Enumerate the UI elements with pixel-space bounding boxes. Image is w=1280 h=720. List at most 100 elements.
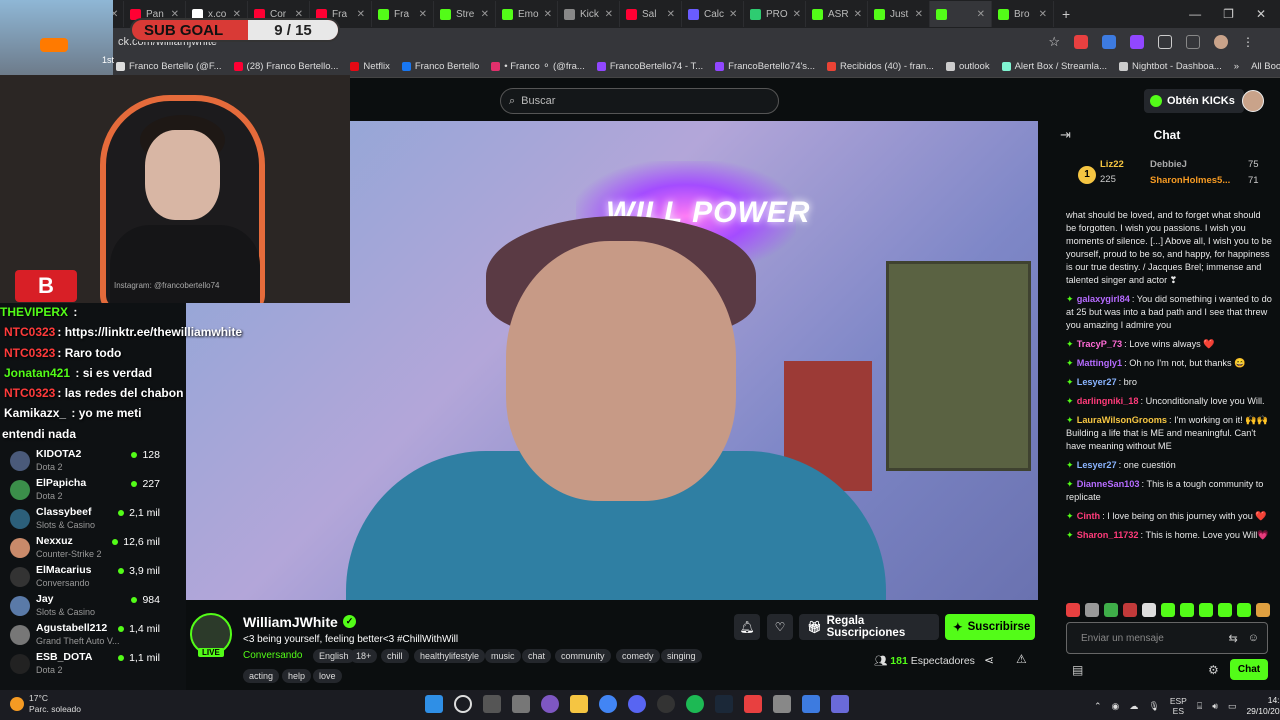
emote-icon[interactable] [1180, 603, 1194, 617]
app-icon[interactable] [831, 695, 849, 713]
app-icon[interactable] [744, 695, 762, 713]
extension-icon[interactable] [1102, 35, 1116, 49]
bell-icon[interactable]: 🔔︎ [734, 614, 760, 640]
get-kicks-button[interactable]: Obtén KICKs [1144, 89, 1244, 113]
emote-icon[interactable] [1142, 603, 1156, 617]
menu-icon[interactable] [1186, 35, 1200, 49]
chat-username[interactable]: TracyP_73 [1077, 339, 1122, 349]
more-icon[interactable]: ⋮ [1242, 35, 1254, 49]
leaderboard-user[interactable]: DebbieJ [1150, 159, 1187, 170]
chat-rules-icon[interactable]: ▤ [1072, 663, 1083, 677]
obs-icon[interactable] [657, 695, 675, 713]
tray-app-icon[interactable]: ◉ [1112, 701, 1120, 712]
bookmark-item[interactable]: (28) Franco Bertello... [233, 61, 338, 72]
browser-tab[interactable]: Just ✕ [868, 1, 930, 27]
chat-username[interactable]: LauraWilsonGrooms [1077, 415, 1167, 425]
emote-icon[interactable] [1237, 603, 1251, 617]
sidebar-channel[interactable]: ElPapicha Dota 2 227 [10, 476, 180, 504]
emote-icon[interactable] [1199, 603, 1213, 617]
volume-icon[interactable]: 🔊︎ [1212, 701, 1218, 712]
stream-category[interactable]: Conversando [243, 650, 302, 661]
new-tab-button[interactable]: + [1054, 6, 1070, 22]
browser-tab[interactable]: Kick ✕ [558, 1, 620, 27]
chat-username[interactable]: Mattingly1 [1077, 358, 1122, 368]
sidebar-channel[interactable]: Agustabell212 Grand Theft Auto V... 1,4 mi… [10, 621, 180, 649]
file-explorer-icon[interactable] [570, 695, 588, 713]
close-icon[interactable]: ✕ [977, 9, 985, 20]
stream-tag[interactable]: 18+ [350, 649, 378, 663]
steam-icon[interactable] [715, 695, 733, 713]
stream-tag[interactable]: healthylifestyle [414, 649, 486, 663]
weather-widget[interactable]: 17°C Parc. soleado [10, 693, 81, 715]
profile-avatar[interactable] [1214, 35, 1228, 49]
subscribe-button[interactable]: ✦ Suscribirse [945, 614, 1035, 640]
stream-tag[interactable]: acting [243, 669, 280, 683]
battery-icon[interactable]: ▭ [1228, 701, 1237, 712]
close-icon[interactable]: ✕ [915, 9, 923, 20]
stream-tag[interactable]: singing [661, 649, 702, 663]
bookmark-item[interactable]: Netflix [350, 61, 390, 72]
bookmark-item[interactable]: FrancoBertello74 - T... [596, 61, 703, 72]
chat-input[interactable]: Enviar un mensaje ⇆ ☺ [1066, 622, 1268, 654]
chevron-up-icon[interactable]: ⌃ [1094, 701, 1102, 712]
channel-name[interactable]: WilliamJWhite [243, 614, 338, 630]
leaderboard-user[interactable]: SharonHolmes5... [1150, 175, 1230, 186]
maximize-icon[interactable]: ❐ [1223, 7, 1234, 21]
spotify-icon[interactable] [686, 695, 704, 713]
close-icon[interactable]: ✕ [605, 9, 613, 20]
all-bookmarks[interactable]: All Bookmarks [1251, 61, 1280, 72]
close-icon[interactable]: ✕ [357, 9, 365, 20]
collapse-chat-icon[interactable]: ⇥ [1060, 127, 1071, 143]
chat-username[interactable]: Sharon_11732 [1077, 530, 1139, 540]
close-icon[interactable]: ✕ [793, 9, 801, 20]
close-icon[interactable]: ✕ [481, 9, 489, 20]
browser-tab[interactable]: Calc ✕ [682, 1, 744, 27]
onedrive-icon[interactable]: ☁ [1129, 701, 1138, 712]
chat-username[interactable]: Lesyer27 [1077, 377, 1117, 387]
emote-icon[interactable] [1161, 603, 1175, 617]
user-avatar[interactable] [1242, 90, 1264, 112]
close-icon[interactable]: ✕ [729, 9, 737, 20]
heart-icon[interactable]: ♡ [767, 614, 793, 640]
close-icon[interactable]: ✕ [854, 9, 862, 20]
close-icon[interactable]: ✕ [667, 9, 675, 20]
stream-tag[interactable]: community [555, 649, 611, 663]
chrome-icon[interactable] [599, 695, 617, 713]
search-box[interactable]: ⌕ Buscar [500, 88, 779, 114]
bookmark-item[interactable]: Recibidos (40) - fran... [826, 61, 934, 72]
language-indicator[interactable]: ESP ES [1170, 696, 1187, 716]
app-icon[interactable] [541, 695, 559, 713]
mic-icon[interactable]: 🎙︎ [1148, 701, 1159, 712]
app-icon[interactable] [802, 695, 820, 713]
extension-icon[interactable] [1130, 35, 1144, 49]
browser-tab[interactable]: ✕ [930, 1, 992, 27]
bookmark-item[interactable]: outlook [945, 61, 990, 72]
chat-username[interactable]: Lesyer27 [1077, 460, 1117, 470]
search-input[interactable]: Buscar [521, 95, 555, 107]
browser-tab[interactable]: Stre ✕ [434, 1, 496, 27]
puzzle-icon[interactable] [1158, 35, 1172, 49]
browser-tab[interactable]: Emo ✕ [496, 1, 558, 27]
stream-tag[interactable]: English [313, 649, 355, 663]
chevron-right-icon[interactable]: » [1234, 61, 1239, 72]
close-icon[interactable]: ✕ [1256, 7, 1266, 21]
emote-icon[interactable] [1256, 603, 1270, 617]
chat-username[interactable]: darlingniki_18 [1077, 396, 1139, 406]
store-icon[interactable] [512, 695, 530, 713]
search-icon[interactable] [454, 695, 472, 713]
emote-icon[interactable] [1085, 603, 1099, 617]
gift-subs-button[interactable]: 🎁︎ Regala Suscripciones [799, 614, 939, 640]
sidebar-channel[interactable]: ESB_DOTA Dota 2 1,1 mil [10, 650, 180, 678]
emote-icon[interactable] [1066, 603, 1080, 617]
network-icon[interactable]: ⌸ [1197, 701, 1202, 712]
stream-tag[interactable]: chill [381, 649, 409, 663]
bookmark-item[interactable]: FrancoBertello74's... [715, 61, 815, 72]
browser-tab[interactable]: PRO ✕ [744, 1, 806, 27]
bookmark-item[interactable]: Nightbot - Dashboa... [1119, 61, 1222, 72]
app-icon[interactable] [773, 695, 791, 713]
browser-tab[interactable]: ASR ✕ [806, 1, 868, 27]
bookmark-item[interactable]: Franco Bertello (@F... [116, 61, 222, 72]
stream-tag[interactable]: comedy [616, 649, 660, 663]
browser-tab[interactable]: Sal ✕ [620, 1, 682, 27]
close-icon[interactable]: ✕ [1039, 9, 1047, 20]
